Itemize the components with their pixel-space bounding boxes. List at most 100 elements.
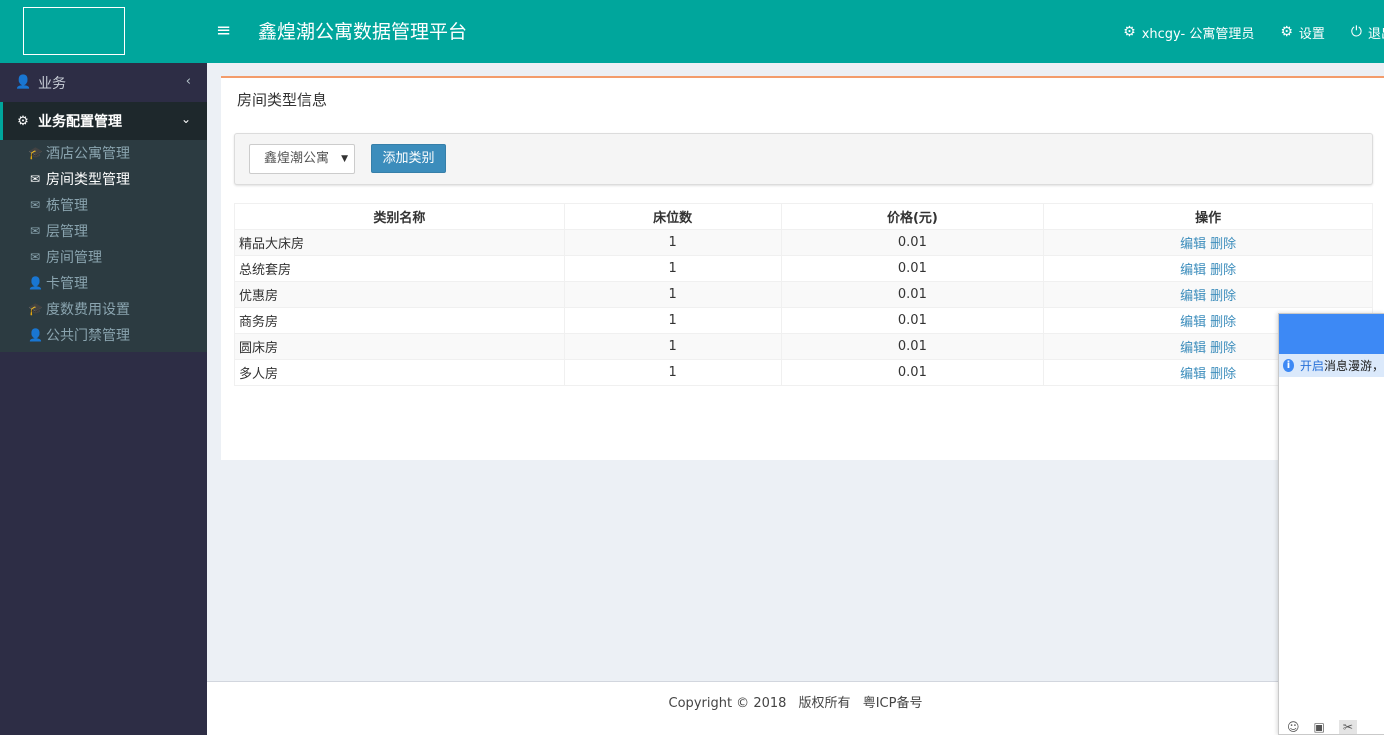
page-footer: Copyright © 2018 版权所有 粤ICP备号 bbox=[207, 681, 1384, 735]
sidebar-item-room-type[interactable]: ✉ 房间类型管理 bbox=[0, 166, 207, 192]
footer-rights: 版权所有 bbox=[798, 696, 851, 711]
envelope-icon: ✉ bbox=[29, 224, 41, 238]
envelope-icon: ✉ bbox=[29, 250, 41, 264]
column-header-name: 类别名称 bbox=[234, 203, 565, 230]
power-icon: ⏻ bbox=[1350, 24, 1362, 40]
user-icon: 👤 bbox=[28, 328, 43, 342]
envelope-icon: ✉ bbox=[29, 198, 41, 212]
sidebar-section-config[interactable]: ⚙ 业务配置管理 ⌄ bbox=[0, 102, 207, 140]
chevron-down-icon: ⌄ bbox=[180, 112, 191, 126]
info-icon: i bbox=[1283, 359, 1294, 372]
edit-link[interactable]: 编辑 bbox=[1180, 315, 1206, 330]
user-label: xhcgy- 公寓管理员 bbox=[1141, 26, 1255, 42]
cell-beds: 1 bbox=[563, 307, 782, 334]
sidebar-item-room[interactable]: ✉ 房间管理 bbox=[0, 244, 207, 270]
sidebar-item-label: 酒店公寓管理 bbox=[46, 146, 130, 162]
sidebar-submenu: 🎓 酒店公寓管理 ✉ 房间类型管理 ✉ 栋管理 ✉ 层管理 ✉ 房间管理 👤 卡… bbox=[0, 140, 207, 352]
user-icon: 👤 bbox=[28, 276, 43, 290]
table-header-row: 类别名称 床位数 价格(元) 操作 bbox=[234, 203, 1373, 230]
sidebar-item-label: 房间类型管理 bbox=[46, 172, 130, 188]
edit-link[interactable]: 编辑 bbox=[1180, 367, 1206, 382]
gif-icon[interactable]: ▣ bbox=[1314, 720, 1325, 734]
sidebar-item-hotel-apartment[interactable]: 🎓 酒店公寓管理 bbox=[0, 140, 207, 166]
sidebar-item-card[interactable]: 👤 卡管理 bbox=[0, 270, 207, 296]
scissors-icon[interactable]: ✂ bbox=[1338, 720, 1357, 734]
cell-price: 0.01 bbox=[780, 229, 1045, 256]
table-row: 商务房 1 0.01 编辑 删除 bbox=[234, 307, 1373, 334]
cell-name: 总统套房 bbox=[234, 255, 565, 282]
header-user-menu: ⚙ xhcgy- 公寓管理员 ⚙ 设置 ⏻ 退出 bbox=[1097, 21, 1384, 43]
footer-copyright: Copyright © 2018 bbox=[668, 696, 787, 711]
edit-link[interactable]: 编辑 bbox=[1180, 289, 1206, 304]
cell-price: 0.01 bbox=[780, 281, 1045, 308]
column-header-beds: 床位数 bbox=[563, 203, 782, 230]
table-row: 总统套房 1 0.01 编辑 删除 bbox=[234, 255, 1373, 282]
delete-link[interactable]: 删除 bbox=[1210, 289, 1236, 304]
chat-widget: i 开启 消息漫游， ☺ ▣ ✂ bbox=[1278, 313, 1384, 735]
app-title: 鑫煌潮公寓数据管理平台 bbox=[258, 21, 468, 43]
edit-link[interactable]: 编辑 bbox=[1180, 263, 1206, 278]
cell-beds: 1 bbox=[563, 359, 782, 386]
cell-actions: 编辑 删除 bbox=[1043, 281, 1373, 308]
delete-link[interactable]: 删除 bbox=[1210, 341, 1236, 356]
gear-icon: ⚙ bbox=[1123, 24, 1136, 40]
apartment-select[interactable]: 鑫煌潮公寓 ▼ bbox=[249, 144, 355, 174]
sidebar-item-label: 房间管理 bbox=[46, 250, 102, 266]
cell-price: 0.01 bbox=[780, 307, 1045, 334]
cell-name: 商务房 bbox=[234, 307, 565, 334]
gear-icon: ⚙ bbox=[1280, 24, 1293, 40]
cell-price: 0.01 bbox=[780, 333, 1045, 360]
sidebar-section-business[interactable]: 👤 业务 ‹ bbox=[0, 63, 207, 102]
graduation-cap-icon: 🎓 bbox=[28, 146, 43, 160]
delete-link[interactable]: 删除 bbox=[1210, 367, 1236, 382]
user-icon: 👤 bbox=[15, 75, 32, 90]
delete-link[interactable]: 删除 bbox=[1210, 315, 1236, 330]
edit-link[interactable]: 编辑 bbox=[1180, 341, 1206, 356]
gear-icon: ⚙ bbox=[17, 113, 29, 129]
sidebar-item-floor[interactable]: ✉ 层管理 bbox=[0, 218, 207, 244]
delete-link[interactable]: 删除 bbox=[1210, 263, 1236, 278]
column-header-price: 价格(元) bbox=[780, 203, 1045, 230]
sidebar-item-access-control[interactable]: 👤 公共门禁管理 bbox=[0, 322, 207, 348]
delete-link[interactable]: 删除 bbox=[1210, 237, 1236, 252]
caret-down-icon: ▼ bbox=[341, 154, 348, 164]
table-row: 优惠房 1 0.01 编辑 删除 bbox=[234, 281, 1373, 308]
table-row: 多人房 1 0.01 编辑 删除 bbox=[234, 359, 1373, 386]
chevron-left-icon: ‹ bbox=[185, 74, 191, 89]
sidebar-item-label: 层管理 bbox=[46, 224, 88, 240]
envelope-icon: ✉ bbox=[29, 172, 41, 186]
logout-button[interactable]: ⏻ 退出 bbox=[1351, 23, 1384, 42]
logo-placeholder[interactable] bbox=[23, 7, 125, 55]
chat-notice: i 开启 消息漫游， bbox=[1279, 354, 1384, 377]
cell-name: 多人房 bbox=[234, 359, 565, 386]
chat-header[interactable] bbox=[1279, 314, 1384, 354]
settings-label: 设置 bbox=[1298, 26, 1325, 42]
settings-button[interactable]: ⚙ 设置 bbox=[1280, 23, 1325, 42]
hamburger-menu-icon[interactable]: ≡ bbox=[216, 20, 231, 42]
add-category-button[interactable]: 添加类别 bbox=[371, 144, 446, 173]
cell-name: 优惠房 bbox=[234, 281, 565, 308]
logout-label: 退出 bbox=[1367, 26, 1384, 42]
table-row: 精品大床房 1 0.01 编辑 删除 bbox=[234, 229, 1373, 256]
graduation-cap-icon: 🎓 bbox=[28, 302, 43, 316]
sidebar-item-meter-fee[interactable]: 🎓 度数费用设置 bbox=[0, 296, 207, 322]
table-row: 圆床房 1 0.01 编辑 删除 bbox=[234, 333, 1373, 360]
cell-price: 0.01 bbox=[780, 255, 1045, 282]
cell-actions: 编辑 删除 bbox=[1043, 255, 1373, 282]
sidebar-item-label: 度数费用设置 bbox=[46, 302, 130, 318]
box-title: 房间类型信息 bbox=[237, 91, 328, 109]
chat-notice-open-link[interactable]: 开启 bbox=[1300, 357, 1324, 374]
cell-name: 圆床房 bbox=[234, 333, 565, 360]
footer-icp: 粤ICP备号 bbox=[862, 696, 923, 711]
sidebar-item-building[interactable]: ✉ 栋管理 bbox=[0, 192, 207, 218]
user-account-button[interactable]: ⚙ xhcgy- 公寓管理员 bbox=[1123, 23, 1254, 42]
edit-link[interactable]: 编辑 bbox=[1180, 237, 1206, 252]
room-type-table: 类别名称 床位数 价格(元) 操作 精品大床房 1 0.01 编辑 删除 总统套房… bbox=[234, 203, 1373, 386]
chat-toolbar: ☺ ▣ ✂ bbox=[1279, 720, 1384, 734]
sidebar: 👤 业务 ‹ ⚙ 业务配置管理 ⌄ 🎓 酒店公寓管理 ✉ 房间类型管理 ✉ 栋管… bbox=[0, 63, 207, 735]
emoji-icon[interactable]: ☺ bbox=[1287, 720, 1300, 734]
column-header-actions: 操作 bbox=[1043, 203, 1373, 230]
sidebar-section-label: 业务 bbox=[38, 75, 66, 92]
filter-toolbar: 鑫煌潮公寓 ▼ 添加类别 bbox=[234, 133, 1373, 185]
cell-actions: 编辑 删除 bbox=[1043, 229, 1373, 256]
